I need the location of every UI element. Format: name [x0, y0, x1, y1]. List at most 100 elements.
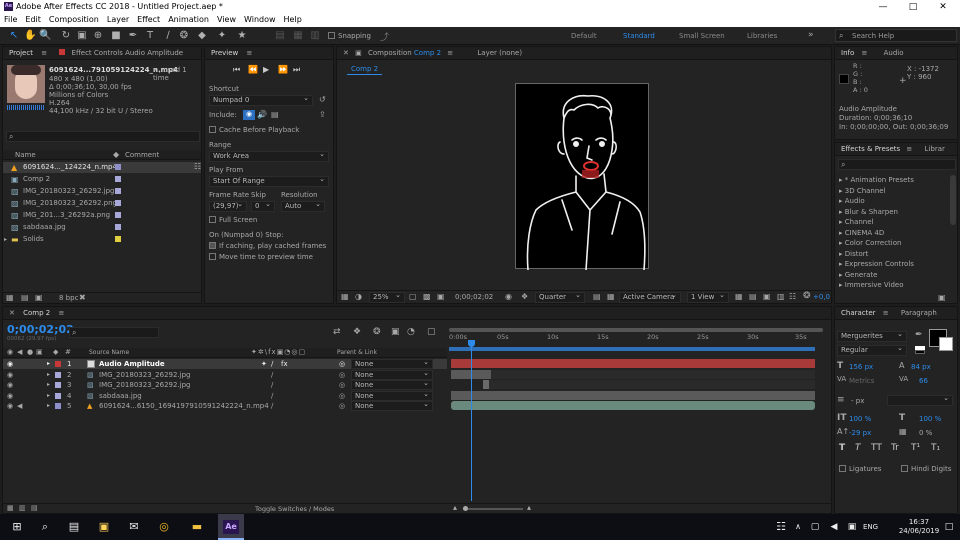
workspace-libraries[interactable]: Libraries: [747, 32, 777, 40]
column-parent-link[interactable]: Parent & Link: [337, 349, 377, 356]
work-area-bar[interactable]: [449, 347, 815, 351]
effect-category[interactable]: ▸ Generate: [839, 270, 877, 280]
tab-audio[interactable]: Audio: [884, 49, 904, 57]
effects-scrollbar[interactable]: [950, 175, 956, 225]
workspace-default[interactable]: Default: [571, 32, 597, 40]
expand-arrow-icon[interactable]: ▸: [47, 391, 50, 401]
new-composition-icon[interactable]: ▣: [35, 293, 43, 302]
view-layout-dropdown[interactable]: 1 View: [687, 292, 729, 303]
include-video-icon[interactable]: ◉: [243, 110, 255, 120]
file-explorer-icon[interactable]: ▬: [190, 520, 204, 534]
rotate-tool-icon[interactable]: ↻: [60, 30, 72, 42]
tab-effects-presets[interactable]: Effects & Presets: [841, 145, 900, 153]
store-icon[interactable]: ▣: [97, 520, 111, 534]
small-caps-button[interactable]: Tr: [891, 443, 899, 453]
tab-libraries[interactable]: Librar: [925, 145, 945, 153]
brush-tool-icon[interactable]: ∕: [162, 30, 174, 42]
playhead-handle[interactable]: [468, 340, 475, 347]
chrome-icon[interactable]: ◎: [157, 520, 171, 534]
stroke-width-value[interactable]: - px: [851, 397, 864, 405]
timeline-search-input[interactable]: ⌕: [69, 327, 159, 338]
tab-effect-controls[interactable]: Effect Controls Audio Amplitude: [72, 49, 184, 57]
label-color-icon[interactable]: [55, 392, 61, 399]
tray-overflow-icon[interactable]: ∧: [791, 520, 805, 534]
snapshot-icon[interactable]: ▣: [437, 292, 445, 301]
exposure-reset-icon[interactable]: ❂: [803, 291, 811, 301]
expand-arrow-icon[interactable]: ▸: [4, 234, 7, 245]
layer-bar-video[interactable]: [451, 401, 815, 410]
always-preview-icon[interactable]: ▦: [341, 292, 349, 301]
effect-category[interactable]: ▸ * Animation Presets: [839, 175, 914, 185]
camera-view-dropdown[interactable]: Active Camera: [619, 292, 681, 303]
snap-options-icon[interactable]: ⤴: [380, 30, 389, 43]
move-time-checkbox[interactable]: Move time to preview time: [209, 253, 313, 261]
toggle-alpha-icon[interactable]: ▦: [607, 292, 615, 301]
current-time-indicator[interactable]: [471, 343, 472, 501]
motion-blur-icon[interactable]: ◔: [407, 327, 415, 337]
table-row[interactable]: ◉ ▸ 3 ▨ IMG_20180323_26292.jpg ∕ ◎ None: [3, 380, 447, 390]
pick-whip-icon[interactable]: ◎: [339, 391, 345, 401]
ime-icon[interactable]: ▣: [845, 520, 859, 534]
all-caps-button[interactable]: TT: [871, 443, 882, 453]
workspace-small-screen[interactable]: Small Screen: [679, 32, 725, 40]
audio-icon[interactable]: ◀: [17, 401, 22, 411]
column-source-name[interactable]: Source Name: [89, 349, 129, 356]
delete-icon[interactable]: ✖: [79, 293, 86, 302]
reset-icon[interactable]: ↺: [319, 95, 326, 104]
tsume-value[interactable]: 0 %: [919, 429, 932, 437]
layer-bar-sabdaaa[interactable]: [451, 390, 815, 400]
baseline-shift-value[interactable]: -29 px: [849, 429, 871, 437]
zoom-tool-icon[interactable]: 🔍: [39, 30, 51, 42]
layer-name[interactable]: 6091624...6150_1694197910591242224_n.mp4: [99, 401, 269, 411]
label-color-icon[interactable]: [55, 382, 61, 388]
quality-switch-icon[interactable]: ∕: [271, 359, 273, 369]
menu-composition[interactable]: Composition: [45, 14, 103, 24]
render-icon[interactable]: ▣: [763, 292, 771, 301]
resolution-quality-dropdown[interactable]: Quarter: [535, 292, 585, 303]
horizontal-scale-value[interactable]: 100 %: [919, 415, 941, 423]
transfer-controls-icon[interactable]: ▥: [19, 504, 26, 512]
column-comment[interactable]: Comment: [125, 151, 159, 159]
menu-layer[interactable]: Layer: [103, 14, 133, 24]
interpret-footage-icon[interactable]: ▦: [6, 293, 14, 302]
snapping-checkbox[interactable]: Snapping: [328, 32, 371, 40]
roto-brush-tool-icon[interactable]: ✦: [216, 30, 228, 42]
quality-switch-icon[interactable]: ∕: [271, 391, 273, 401]
cache-before-playback-checkbox[interactable]: Cache Before Playback: [209, 126, 299, 134]
mail-icon[interactable]: ✉: [127, 520, 141, 534]
tab-character[interactable]: Character: [841, 309, 876, 317]
rectangle-tool-icon[interactable]: ■: [110, 30, 122, 42]
label-color-icon[interactable]: [55, 361, 61, 367]
effect-category[interactable]: ▸ Audio: [839, 196, 865, 206]
zoom-slider[interactable]: [463, 508, 523, 510]
effect-category[interactable]: ▸ 3D Channel: [839, 186, 886, 196]
shy-layers-icon[interactable]: ❂: [373, 327, 381, 337]
pen-tool-icon[interactable]: ✒: [127, 30, 139, 42]
faux-bold-button[interactable]: T: [839, 443, 845, 453]
expand-arrow-icon[interactable]: ▸: [47, 359, 50, 369]
layer-name[interactable]: sabdaaa.jpg: [99, 391, 142, 401]
tab-project[interactable]: Project: [9, 49, 33, 57]
timeline-link-icon[interactable]: ▥: [777, 292, 785, 301]
flowchart-icon[interactable]: ☷: [789, 292, 796, 301]
menu-effect[interactable]: Effect: [133, 14, 164, 24]
font-size-value[interactable]: 156 px: [849, 363, 873, 371]
new-folder-icon[interactable]: ▤: [21, 293, 29, 302]
effects-search-input[interactable]: ⌕: [838, 159, 956, 170]
parent-dropdown[interactable]: None: [351, 390, 433, 401]
menu-file[interactable]: File: [0, 14, 21, 24]
windows-start-icon[interactable]: ⊞: [10, 520, 24, 534]
language-indicator[interactable]: ENG: [863, 523, 878, 531]
shortcut-dropdown[interactable]: Numpad 0: [209, 95, 313, 106]
pick-whip-icon[interactable]: ◎: [339, 401, 345, 411]
align-icon[interactable]: ▤: [274, 30, 286, 42]
tab-layer[interactable]: Layer (none): [477, 49, 522, 57]
if-caching-checkbox[interactable]: If caching, play cached frames: [209, 242, 326, 250]
pick-whip-icon[interactable]: ◎: [339, 380, 345, 390]
close-tab-icon[interactable]: ✕: [9, 309, 15, 317]
puppet-tool-icon[interactable]: ★: [236, 30, 248, 42]
camera-snapshot-icon[interactable]: ◉: [505, 292, 512, 301]
effect-category[interactable]: ▸ Distort: [839, 249, 868, 259]
menu-window[interactable]: Window: [240, 14, 280, 24]
camera-tool-icon[interactable]: ▣: [76, 30, 88, 42]
